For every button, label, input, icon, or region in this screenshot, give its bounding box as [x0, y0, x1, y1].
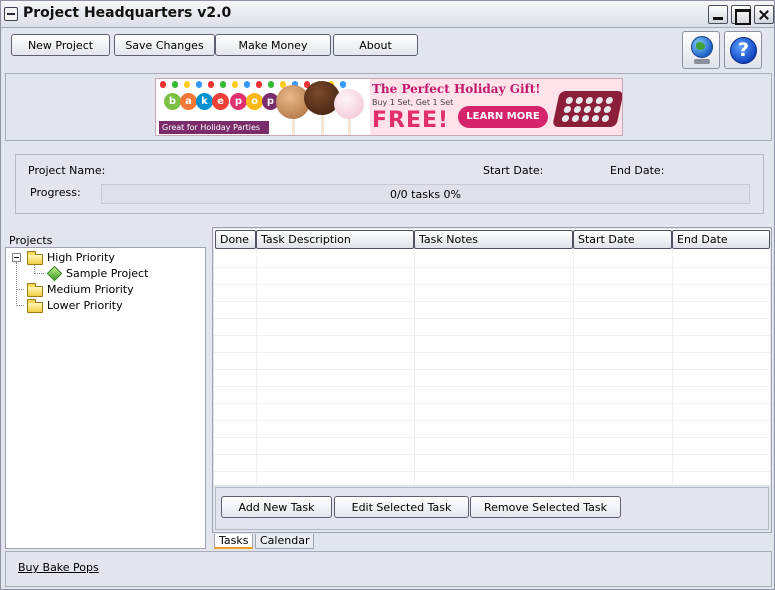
tab-tasks[interactable]: Tasks [214, 534, 254, 549]
maximize-button[interactable] [731, 5, 751, 25]
tab-calendar[interactable]: Calendar [255, 534, 315, 549]
column-header-notes[interactable]: Task Notes [414, 230, 573, 249]
task-table[interactable]: Done Task Description Task Notes Start D… [214, 229, 770, 485]
tree-line [16, 262, 17, 306]
make-money-button[interactable]: Make Money [215, 34, 331, 56]
column-header-end-date[interactable]: End Date [672, 230, 770, 249]
project-info-panel: Project Name: Start Date: End Date: Prog… [15, 154, 764, 214]
banner-area: b a k e p o p Great for Holiday Parties … [5, 73, 772, 141]
tree-line [16, 289, 24, 290]
progress-label: Progress: [30, 186, 81, 199]
close-button[interactable] [754, 5, 774, 24]
minimize-button[interactable] [708, 5, 728, 24]
about-button[interactable]: About [333, 34, 418, 56]
collapse-toggle[interactable] [12, 253, 21, 262]
column-header-done[interactable]: Done [215, 230, 256, 249]
logo-letter: p [230, 93, 247, 110]
app-window: Project Headquarters v2.0 New Project Sa… [0, 0, 775, 590]
banner-tagline: Great for Holiday Parties [159, 121, 269, 134]
help-icon: ? [730, 37, 757, 64]
task-button-bar: Add New Task Edit Selected Task Remove S… [215, 487, 769, 530]
globe-stand [694, 59, 710, 64]
edit-selected-task-button[interactable]: Edit Selected Task [334, 496, 469, 518]
cake-pop-image [334, 89, 364, 119]
status-bar: Buy Bake Pops [5, 551, 772, 587]
start-date-label: Start Date: [483, 164, 544, 177]
project-name-label: Project Name: [28, 164, 106, 177]
tree-item-sample-project[interactable]: Sample Project [66, 267, 148, 280]
folder-icon [27, 283, 43, 297]
logo-letter: o [246, 93, 263, 110]
progress-bar: 0/0 tasks 0% [101, 184, 750, 204]
column-header-start-date[interactable]: Start Date [573, 230, 672, 249]
tree-line [34, 273, 44, 274]
banner-left-panel: b a k e p o p Great for Holiday Parties [156, 79, 370, 135]
tree-item-high-priority[interactable]: High Priority [47, 251, 115, 264]
projects-label: Projects [9, 234, 53, 247]
logo-letter: a [180, 93, 197, 110]
tree-item-medium-priority[interactable]: Medium Priority [47, 283, 134, 296]
end-date-label: End Date: [610, 164, 665, 177]
progress-text: 0/0 tasks 0% [389, 188, 462, 201]
toolbar: New Project Save Changes Make Money Abou… [5, 29, 772, 73]
learn-more-button[interactable]: LEARN MORE [458, 106, 548, 128]
tree-line [16, 305, 24, 306]
add-new-task-button[interactable]: Add New Task [221, 496, 332, 518]
window-title: Project Headquarters v2.0 [23, 5, 232, 21]
project-leaf-icon [46, 265, 63, 282]
logo-letter: e [212, 93, 229, 110]
globe-button[interactable] [682, 31, 720, 69]
baking-tray-image [552, 91, 622, 127]
remove-selected-task-button[interactable]: Remove Selected Task [470, 496, 621, 518]
projects-tree[interactable]: High Priority Sample Project Medium Prio… [5, 247, 206, 549]
banner-headline: The Perfect Holiday Gift! [372, 82, 541, 96]
column-header-description[interactable]: Task Description [256, 230, 414, 249]
buy-bake-pops-link[interactable]: Buy Bake Pops [18, 561, 99, 574]
banner-subline: Buy 1 Set, Get 1 Set [372, 98, 454, 107]
title-bar[interactable]: Project Headquarters v2.0 [1, 1, 774, 28]
banner-right-panel: The Perfect Holiday Gift! Buy 1 Set, Get… [370, 79, 622, 135]
banner-free: FREE! [372, 108, 450, 133]
new-project-button[interactable]: New Project [11, 34, 110, 56]
logo-letter: k [196, 93, 213, 110]
help-button[interactable]: ? [724, 31, 762, 69]
save-changes-button[interactable]: Save Changes [114, 34, 215, 56]
logo-letter: b [164, 93, 181, 110]
ad-banner[interactable]: b a k e p o p Great for Holiday Parties … [155, 78, 623, 136]
tree-item-lower-priority[interactable]: Lower Priority [47, 299, 123, 312]
system-menu-icon[interactable] [4, 7, 18, 21]
tasks-panel: Done Task Description Task Notes Start D… [212, 227, 772, 533]
globe-icon [691, 36, 713, 58]
folder-icon [27, 299, 43, 313]
folder-icon [27, 251, 43, 265]
